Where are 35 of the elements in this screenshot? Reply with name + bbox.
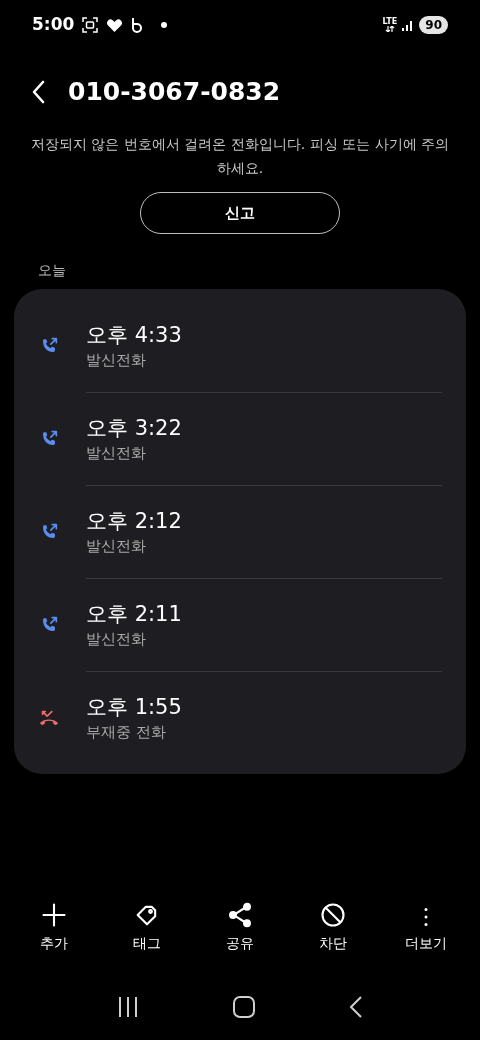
call-time: 오후 4:33 [86,321,182,349]
home-icon[interactable] [233,996,255,1018]
call-type: 부재중 전화 [86,722,167,743]
recent-apps-icon[interactable] [117,996,139,1018]
section-label: 오늘 [37,261,67,280]
action-button[interactable]: 태그 [107,900,188,954]
warning-text: 저장되지 않은 번호에서 걸려온 전화입니다. 피싱 또는 사기에 주의하세요. [29,135,451,178]
share-icon [226,901,254,929]
more-icon [422,905,429,929]
action-button[interactable]: 공유 [200,900,280,954]
battery-indicator: 90 [419,16,448,34]
action-button[interactable]: 차단 [292,900,373,954]
call-type: 발신전화 [86,629,147,650]
call-log-row[interactable]: 오후 1:55 부재중 전화 [86,671,442,764]
call-type: 발신전화 [86,536,147,557]
action-button[interactable]: 더보기 [385,900,466,954]
network-type: LTE [382,18,398,26]
data-arrows-icon [384,26,395,32]
heart-icon [106,17,124,33]
call-time: 오후 3:22 [86,415,182,442]
action-button[interactable]: 추가 [14,900,95,954]
call-time: 오후 2:11 [86,601,182,628]
call-log-row[interactable]: 오후 3:22 발신전화 [86,392,442,485]
call-type: 발신전화 [86,349,147,371]
screenshot-icon [82,17,99,33]
call-log-row[interactable]: 오후 4:33 발신전화 [38,299,442,392]
block-icon [318,901,347,929]
call-log-row[interactable]: 오후 2:12 발신전화 [86,485,442,578]
call-type: 발신전화 [86,443,147,464]
back-nav-icon[interactable] [349,996,363,1018]
call-log-row[interactable]: 오후 2:11 발신전화 [86,578,442,671]
call-time: 오후 1:55 [86,694,182,721]
call-time: 오후 2:12 [86,508,182,535]
phone-number-title: 010-3067-0832 [68,76,281,109]
status-time: 5:00 [32,13,75,37]
